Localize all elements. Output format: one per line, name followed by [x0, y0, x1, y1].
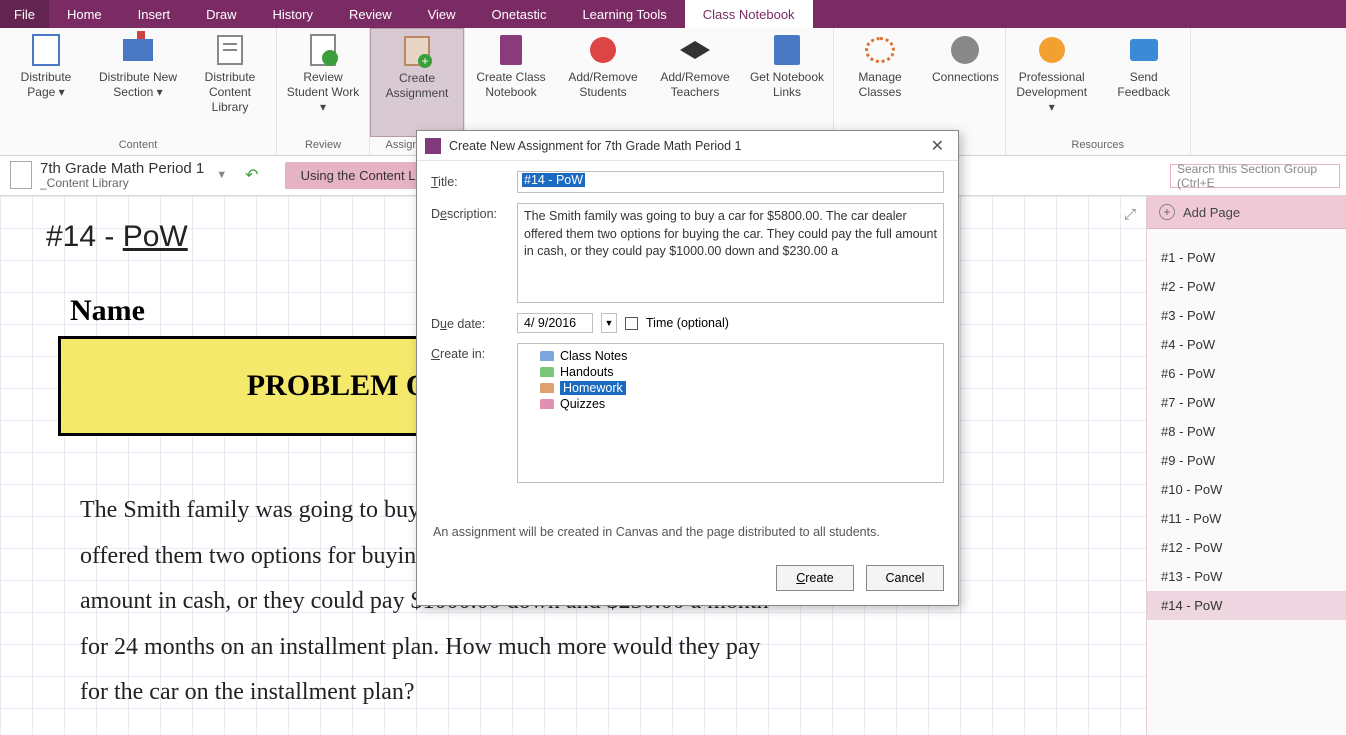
add-page-button[interactable]: + Add Page — [1147, 196, 1346, 229]
distribute-new-section-button[interactable]: Distribute New Section ▾ — [92, 28, 184, 137]
section-tab-icon — [540, 383, 554, 393]
plus-icon: + — [1159, 204, 1175, 220]
manage-classes-icon — [865, 37, 895, 63]
menu-onetastic[interactable]: Onetastic — [474, 0, 565, 28]
review-student-work-button[interactable]: Review Student Work ▾ — [277, 28, 369, 137]
send-feedback-label: Send Feedback — [1104, 70, 1184, 100]
create-in-tree[interactable]: Class NotesHandoutsHomeworkQuizzes — [517, 343, 944, 483]
time-checkbox[interactable] — [625, 317, 638, 330]
distribute-page-label: Distribute Page ▾ — [6, 70, 86, 100]
add-remove-students-label: Add/Remove Students — [563, 70, 643, 100]
dialog-titlebar: Create New Assignment for 7th Grade Math… — [417, 131, 958, 161]
menu-draw[interactable]: Draw — [188, 0, 254, 28]
create-assignment-button[interactable]: Create Assignment — [370, 28, 464, 137]
add-remove-teachers-label: Add/Remove Teachers — [655, 70, 735, 100]
page-list-item[interactable]: #9 - PoW — [1147, 446, 1346, 475]
page-list-item[interactable]: #14 - PoW — [1147, 591, 1346, 620]
create-assignment-dialog: Create New Assignment for 7th Grade Math… — [416, 130, 959, 606]
get-notebook-links-label: Get Notebook Links — [747, 70, 827, 100]
dialog-note: An assignment will be created in Canvas … — [431, 525, 944, 545]
create-class-notebook-icon — [500, 35, 522, 65]
connections-label: Connections — [932, 70, 999, 85]
distribute-new-section-icon — [123, 39, 153, 61]
undo-icon[interactable]: ↶ — [239, 165, 264, 185]
page-list-item[interactable]: #3 - PoW — [1147, 301, 1346, 330]
chevron-down-icon[interactable]: ▼ — [212, 169, 231, 181]
page-list-item[interactable]: #13 - PoW — [1147, 562, 1346, 591]
page-list-item[interactable]: #10 - PoW — [1147, 475, 1346, 504]
notebook-name: 7th Grade Math Period 1 — [40, 160, 204, 177]
section-tab-icon — [540, 399, 554, 409]
section-tab-icon — [540, 351, 554, 361]
due-date-label: Due date: — [431, 313, 503, 333]
professional-development-icon — [1039, 37, 1065, 63]
date-dropdown-icon[interactable]: ▼ — [601, 313, 617, 333]
menu-class-notebook[interactable]: Class Notebook — [685, 0, 813, 28]
create-in-label: Create in: — [431, 343, 503, 483]
add-remove-teachers-icon — [680, 41, 710, 59]
search-input[interactable]: Search this Section Group (Ctrl+E — [1170, 164, 1340, 188]
distribute-page-icon — [32, 34, 60, 66]
page-list-item[interactable]: #2 - PoW — [1147, 272, 1346, 301]
title-label: Title: — [431, 171, 503, 193]
page-list-item[interactable]: #7 - PoW — [1147, 388, 1346, 417]
distribute-content-library-label: Distribute Content Library — [190, 70, 270, 115]
professional-development-button[interactable]: Professional Development ▾ — [1006, 28, 1098, 137]
menu-view[interactable]: View — [410, 0, 474, 28]
professional-development-label: Professional Development ▾ — [1012, 70, 1092, 115]
due-date-input[interactable]: 4/ 9/2016 — [517, 313, 593, 333]
distribute-page-button[interactable]: Distribute Page ▾ — [0, 28, 92, 137]
tree-item-handouts[interactable]: Handouts — [524, 364, 937, 380]
review-student-work-label: Review Student Work ▾ — [283, 70, 363, 115]
ribbon-group-label: Content — [0, 137, 276, 155]
description-label: Description: — [431, 203, 503, 303]
create-class-notebook-label: Create Class Notebook — [471, 70, 551, 100]
page-list-item[interactable]: #8 - PoW — [1147, 417, 1346, 446]
menu-history[interactable]: History — [255, 0, 331, 28]
close-icon[interactable]: ✕ — [925, 136, 950, 156]
onenote-icon — [425, 138, 441, 154]
add-remove-students-icon — [590, 37, 616, 63]
section-name: _Content Library — [40, 177, 204, 191]
notebook-picker[interactable]: 7th Grade Math Period 1 _Content Library… — [0, 160, 275, 191]
menu-learning-tools[interactable]: Learning Tools — [564, 0, 684, 28]
manage-classes-label: Manage Classes — [840, 70, 920, 100]
menu-file[interactable]: File — [0, 0, 49, 28]
distribute-content-library-button[interactable]: Distribute Content Library — [184, 28, 276, 137]
dialog-title-text: Create New Assignment for 7th Grade Math… — [449, 139, 917, 153]
ribbon-group-label: Review — [277, 137, 369, 155]
create-button[interactable]: Create — [776, 565, 854, 591]
review-student-work-icon — [310, 34, 336, 66]
description-input[interactable]: The Smith family was going to buy a car … — [517, 203, 944, 303]
menu-home[interactable]: Home — [49, 0, 120, 28]
menu-insert[interactable]: Insert — [120, 0, 189, 28]
page-list-item[interactable]: #4 - PoW — [1147, 330, 1346, 359]
create-assignment-icon — [404, 36, 430, 66]
menu-review[interactable]: Review — [331, 0, 410, 28]
distribute-new-section-label: Distribute New Section ▾ — [98, 70, 178, 100]
title-input[interactable]: #14 - PoW — [517, 171, 944, 193]
tree-item-quizzes[interactable]: Quizzes — [524, 396, 937, 412]
distribute-content-library-icon — [217, 35, 243, 65]
section-tab-icon — [540, 367, 554, 377]
tree-item-homework[interactable]: Homework — [524, 380, 937, 396]
send-feedback-icon — [1130, 39, 1158, 61]
menubar: File HomeInsertDrawHistoryReviewViewOnet… — [0, 0, 1346, 28]
page-list-item[interactable]: #1 - PoW — [1147, 243, 1346, 272]
tree-item-class-notes[interactable]: Class Notes — [524, 348, 937, 364]
create-assignment-label: Create Assignment — [377, 71, 457, 101]
page-list: + Add Page #1 - PoW#2 - PoW#3 - PoW#4 - … — [1146, 196, 1346, 735]
send-feedback-button[interactable]: Send Feedback — [1098, 28, 1190, 137]
time-label: Time (optional) — [646, 316, 729, 330]
page-list-item[interactable]: #12 - PoW — [1147, 533, 1346, 562]
page-list-item[interactable]: #11 - PoW — [1147, 504, 1346, 533]
page-list-item[interactable]: #6 - PoW — [1147, 359, 1346, 388]
notebook-icon — [10, 161, 32, 189]
connections-icon — [951, 36, 979, 64]
get-notebook-links-icon — [774, 35, 800, 65]
ribbon-group-label: Resources — [1006, 137, 1190, 155]
cancel-button[interactable]: Cancel — [866, 565, 944, 591]
